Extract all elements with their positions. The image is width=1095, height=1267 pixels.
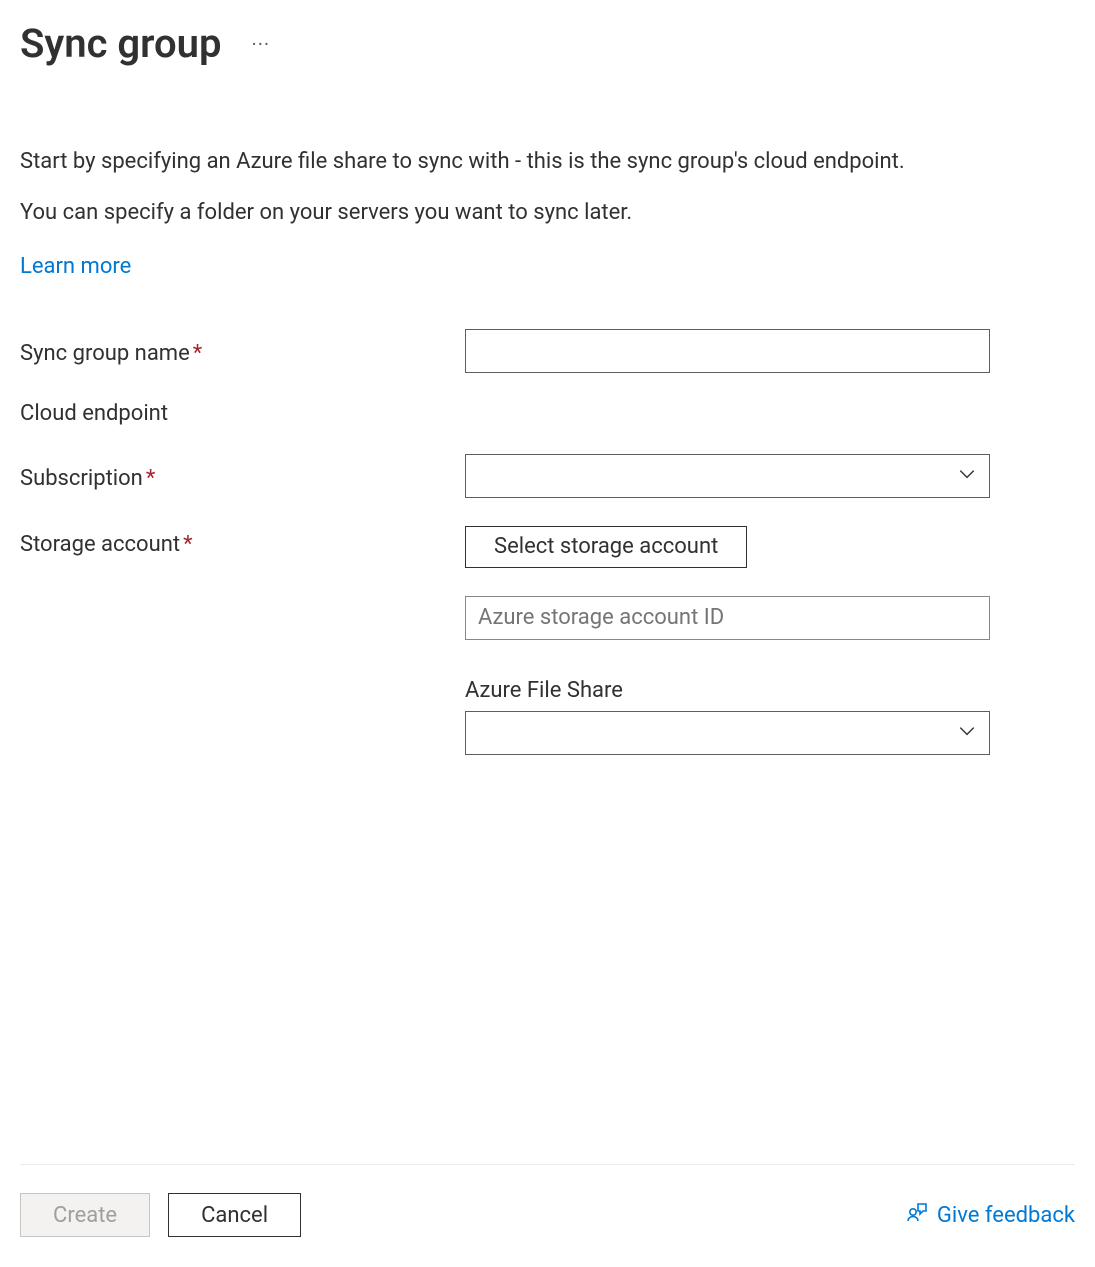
subscription-label: Subscription* <box>20 460 465 491</box>
page-title: Sync group <box>20 20 221 67</box>
sync-group-name-label: Sync group name* <box>20 335 465 366</box>
azure-file-share-label: Azure File Share <box>465 678 990 703</box>
feedback-icon <box>905 1200 929 1230</box>
storage-account-label: Storage account* <box>20 526 465 557</box>
intro-line2: You can specify a folder on your servers… <box>20 198 1075 229</box>
sync-group-name-input[interactable] <box>465 329 990 373</box>
select-storage-account-button[interactable]: Select storage account <box>465 526 747 568</box>
storage-account-id-input[interactable] <box>465 596 990 640</box>
create-button[interactable]: Create <box>20 1193 150 1237</box>
cloud-endpoint-heading: Cloud endpoint <box>20 401 1075 426</box>
cancel-button[interactable]: Cancel <box>168 1193 301 1237</box>
intro-line1: Start by specifying an Azure file share … <box>20 147 1075 178</box>
give-feedback-link[interactable]: Give feedback <box>905 1200 1075 1230</box>
give-feedback-label: Give feedback <box>937 1203 1075 1228</box>
learn-more-link[interactable]: Learn more <box>20 254 131 279</box>
footer-bar: Create Cancel Give feedback <box>20 1164 1075 1237</box>
azure-file-share-select[interactable] <box>465 711 990 755</box>
more-icon[interactable]: ··· <box>251 32 270 56</box>
subscription-select[interactable] <box>465 454 990 498</box>
